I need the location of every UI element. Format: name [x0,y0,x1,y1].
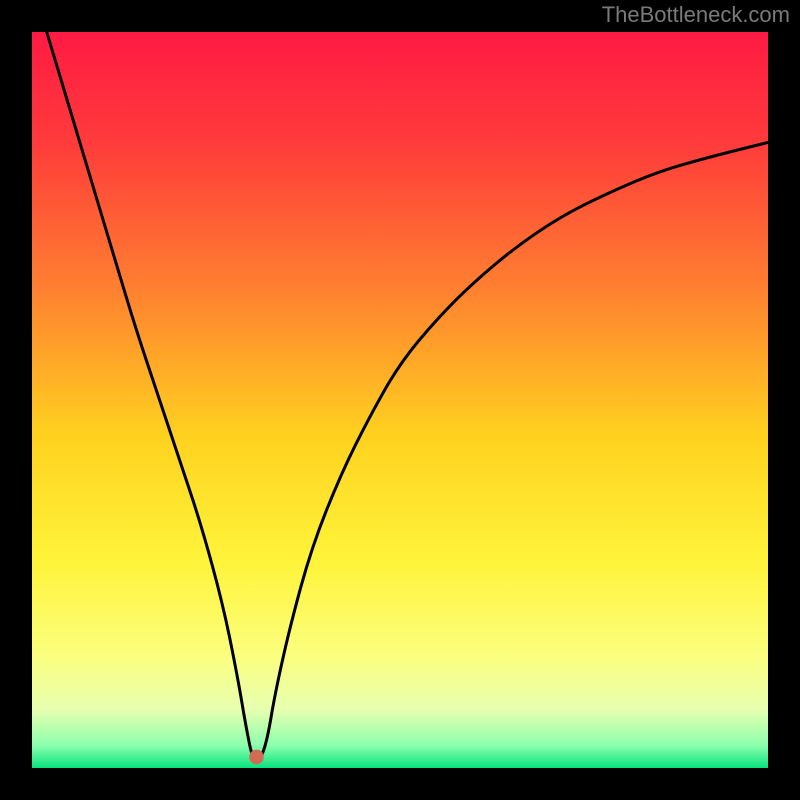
chart-container: TheBottleneck.com [0,0,800,800]
watermark-text: TheBottleneck.com [602,2,790,28]
chart-background [32,32,768,768]
bottleneck-chart [0,0,800,800]
optimal-point-marker [249,750,264,765]
